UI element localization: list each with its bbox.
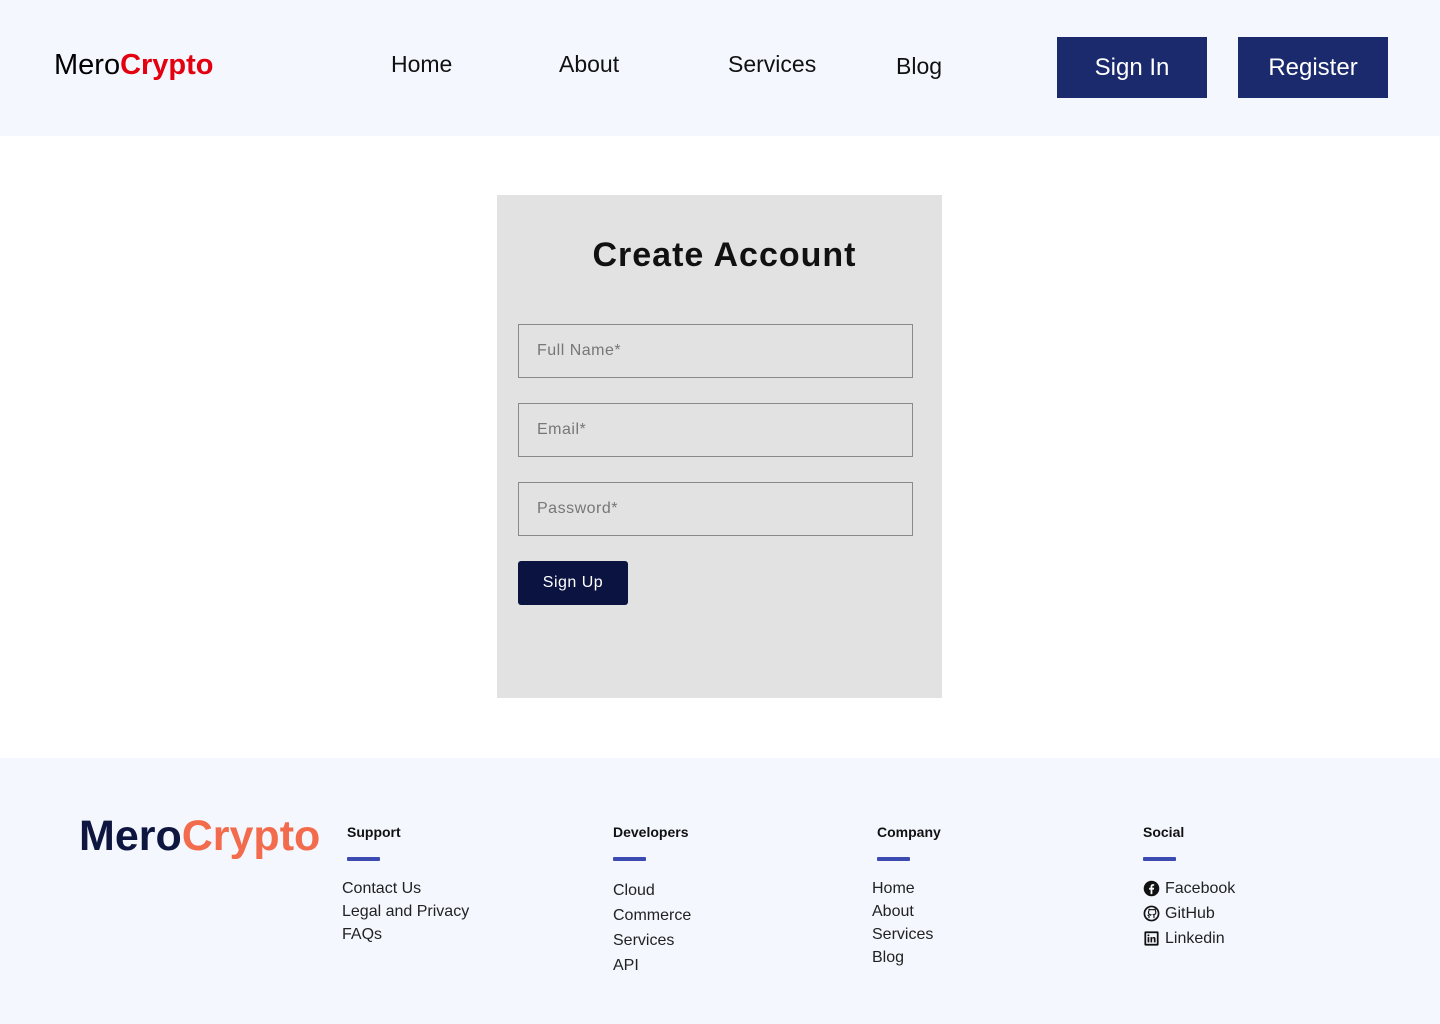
footer-link-legal-privacy[interactable]: Legal and Privacy <box>342 903 469 920</box>
heading-underline <box>347 857 380 861</box>
facebook-icon <box>1143 880 1160 897</box>
footer-link-services[interactable]: Services <box>613 932 674 949</box>
brand-prefix: Mero <box>54 49 121 81</box>
nav-about[interactable]: About <box>559 49 619 79</box>
footer-column-social: Social Facebook GitHub Linkedin <box>1143 822 1235 951</box>
footer-brand-logo[interactable]: MeroCrypto <box>79 810 320 862</box>
register-button[interactable]: Register <box>1238 37 1388 98</box>
footer-link-commerce[interactable]: Commerce <box>613 907 691 924</box>
heading-underline <box>1143 857 1176 861</box>
footer-link-github[interactable]: GitHub <box>1143 901 1235 926</box>
github-icon <box>1143 905 1160 922</box>
footer-column-developers: Developers Cloud Commerce Services API <box>613 822 691 978</box>
sign-in-button[interactable]: Sign In <box>1057 37 1207 98</box>
form-title: Create Account <box>592 236 857 274</box>
nav-home[interactable]: Home <box>391 49 452 79</box>
footer-link-faqs[interactable]: FAQs <box>342 926 382 943</box>
footer-link-blog[interactable]: Blog <box>872 949 904 966</box>
footer-heading: Support <box>347 824 401 840</box>
brand-accent: Crypto <box>120 49 214 81</box>
footer-column-support: Support Contact Us Legal and Privacy FAQ… <box>342 822 469 946</box>
footer-heading: Company <box>877 824 941 840</box>
footer-heading: Social <box>1143 824 1185 840</box>
linkedin-icon <box>1143 930 1160 947</box>
footer-brand-accent: Crypto <box>181 812 321 860</box>
heading-underline <box>877 857 910 861</box>
footer-link-services[interactable]: Services <box>872 926 933 943</box>
linkedin-label[interactable]: Linkedin <box>1165 930 1225 948</box>
github-label[interactable]: GitHub <box>1165 905 1215 923</box>
top-navbar <box>0 0 1440 136</box>
sign-up-button[interactable]: Sign Up <box>518 561 628 605</box>
footer-link-about[interactable]: About <box>872 903 914 920</box>
footer-heading: Developers <box>613 824 689 840</box>
footer-link-home[interactable]: Home <box>872 880 915 897</box>
email-input[interactable] <box>518 403 913 457</box>
nav-blog[interactable]: Blog <box>896 51 942 81</box>
footer-link-api[interactable]: API <box>613 957 639 974</box>
full-name-input[interactable] <box>518 324 913 378</box>
heading-underline <box>613 857 646 861</box>
facebook-label[interactable]: Facebook <box>1165 880 1235 898</box>
footer-brand-prefix: Mero <box>79 812 182 860</box>
password-input[interactable] <box>518 482 913 536</box>
footer-link-contact-us[interactable]: Contact Us <box>342 880 421 897</box>
footer-link-facebook[interactable]: Facebook <box>1143 876 1235 901</box>
footer-link-cloud[interactable]: Cloud <box>613 882 655 899</box>
nav-services[interactable]: Services <box>728 49 816 79</box>
brand-logo[interactable]: MeroCrypto <box>54 46 214 84</box>
footer-column-company: Company Home About Services Blog <box>872 822 941 969</box>
footer-link-linkedin[interactable]: Linkedin <box>1143 926 1235 951</box>
